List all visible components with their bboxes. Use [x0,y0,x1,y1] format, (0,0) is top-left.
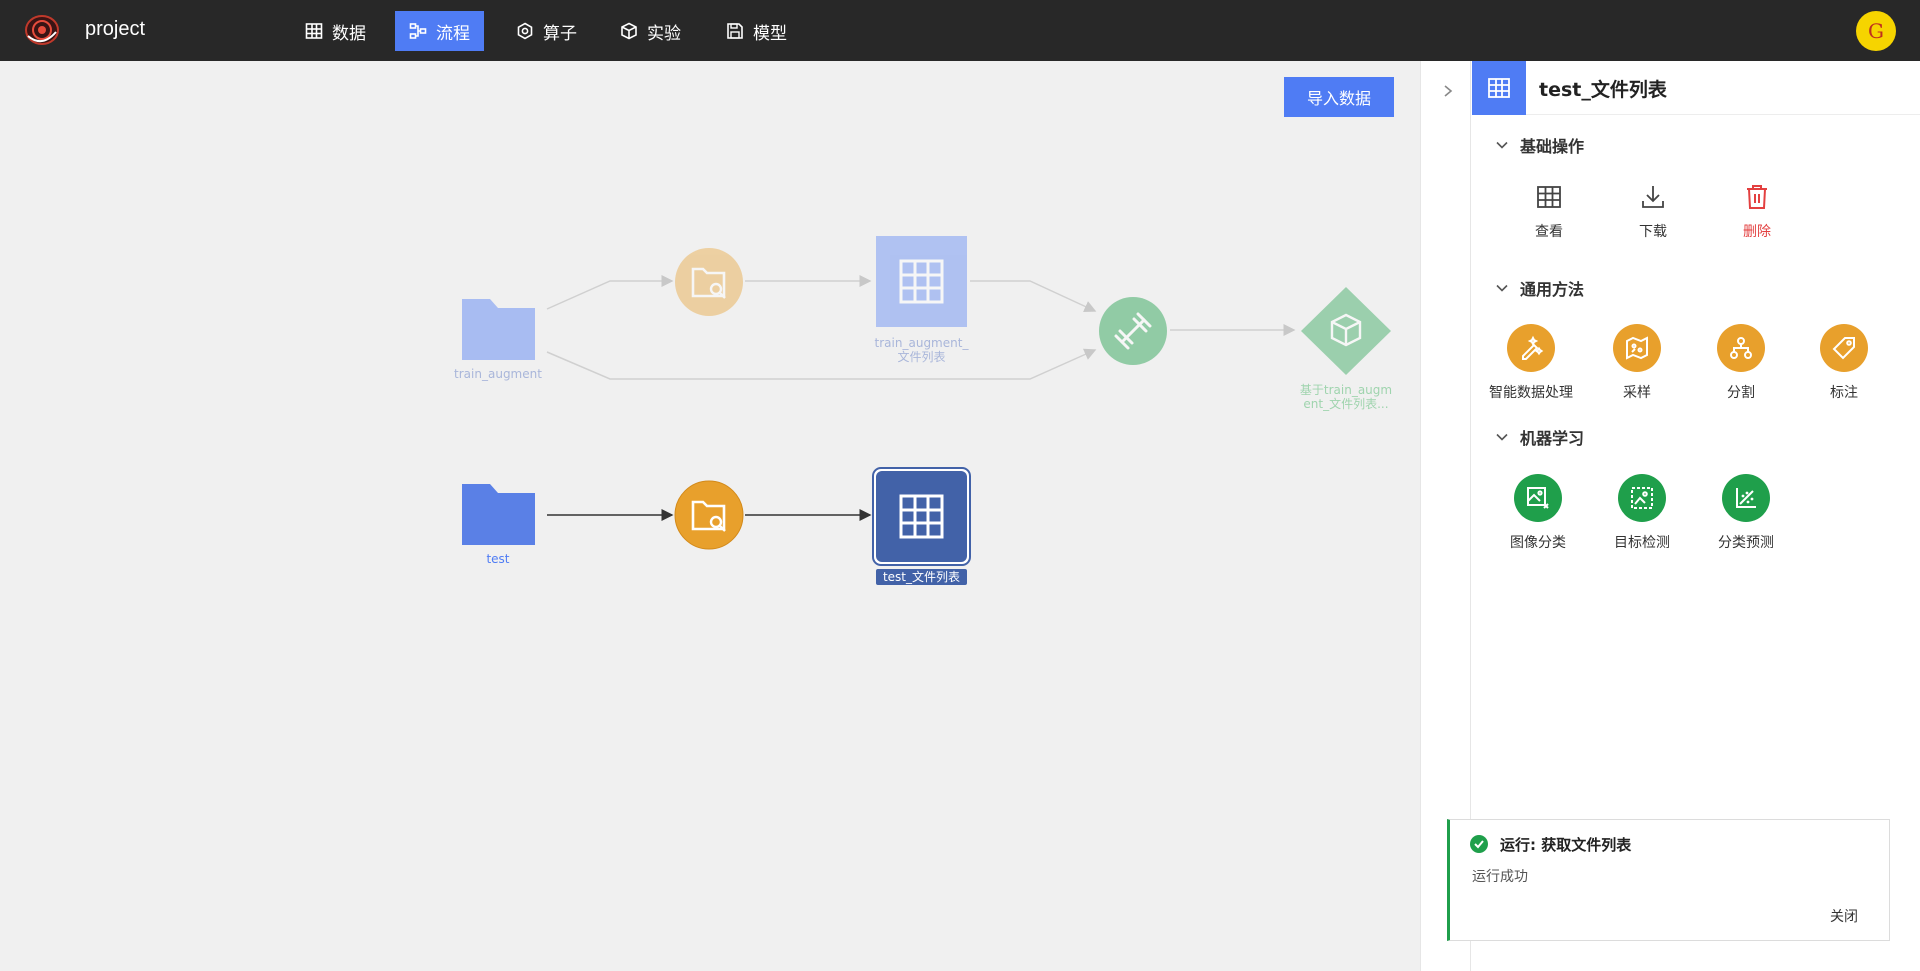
cube-icon [621,22,637,40]
op-label: 删除 [1743,224,1771,240]
annotate-button[interactable]: 标注 [1794,324,1894,402]
method-label: 标注 [1830,385,1858,401]
method-label: 采样 [1623,385,1651,401]
image-class-icon [1527,487,1549,509]
nav-item-label: 流程 [436,23,470,44]
nav-item-operators[interactable]: 算子 [502,11,591,51]
magic-pen-icon [1522,335,1544,360]
nav-item-label: 算子 [543,23,577,44]
download-button[interactable]: 下载 [1608,183,1698,241]
tag-icon [1832,337,1855,360]
nav-item-experiment[interactable]: 实验 [606,11,695,51]
train-table-node[interactable] [876,236,967,327]
split-icon [1730,337,1752,359]
method-label: 分割 [1727,385,1755,401]
test-folder-label: test [486,552,510,566]
table-icon [1472,61,1526,115]
smart-data-processing-button[interactable]: 智能数据处理 [1481,324,1581,402]
train-model-node[interactable] [1301,287,1391,375]
section-title-text: 通用方法 [1520,280,1585,299]
scatter-icon [1736,488,1756,508]
chevron-down-icon [1496,284,1508,292]
download-icon [1642,186,1664,208]
section-title-text: 基础操作 [1520,137,1585,156]
toast-close-button[interactable]: 关闭 [1830,906,1858,926]
trash-icon [1747,185,1767,209]
table-icon [305,23,323,39]
flow-icon [409,23,427,39]
method-label: 分类预测 [1718,535,1774,551]
train-table-label-line2: 文件列表 [897,350,946,364]
nav-item-label: 实验 [647,23,681,44]
top-nav-bar: project 数据 流程 算子 实验 模型 G [0,0,1920,61]
nav-item-flow[interactable]: 流程 [395,11,484,51]
object-detection-button[interactable]: 目标检测 [1592,474,1692,552]
toast-message: 运行成功 [1472,869,1528,885]
op-label: 下载 [1639,224,1667,240]
train-operator-node[interactable] [1099,297,1167,365]
panel-title: test_文件列表 [1539,79,1667,101]
test-file-list-operator-node[interactable] [674,480,744,550]
method-label: 图像分类 [1510,535,1566,551]
method-label: 目标检测 [1614,535,1670,551]
train-table-label-line1: train_augment_ [874,336,969,350]
section-machine-learning[interactable]: 机器学习 [1496,425,1584,449]
map-icon [1626,336,1648,360]
brand-name[interactable]: project [85,18,145,41]
chevron-down-icon [1496,433,1508,441]
chevron-right-icon[interactable] [1441,84,1455,98]
chevron-down-icon [1496,141,1508,149]
check-circle-icon [1470,835,1488,853]
train-model-label-line1: 基于train_augm [1299,383,1393,397]
train-folder-label: train_augment [454,367,542,381]
object-detect-icon [1631,487,1653,509]
section-title-text: 机器学习 [1520,429,1585,448]
test-table-node[interactable] [872,467,971,585]
hexagon-icon [517,22,533,40]
test-table-label: test_文件列表 [882,570,961,584]
project-logo-icon[interactable] [24,14,60,46]
method-label: 智能数据处理 [1489,385,1573,401]
nav-item-label: 数据 [332,23,366,44]
view-button[interactable]: 查看 [1504,183,1594,241]
op-label: 查看 [1535,224,1563,240]
train-model-label-line2: ent_文件列表... [1303,397,1389,411]
test-folder-node[interactable] [462,484,535,545]
section-general-methods[interactable]: 通用方法 [1496,276,1584,300]
nav-item-model[interactable]: 模型 [712,11,801,51]
nav-item-label: 模型 [753,23,787,44]
save-icon [727,23,743,39]
classification-prediction-button[interactable]: 分类预测 [1696,474,1796,552]
nav-item-data[interactable]: 数据 [291,11,380,51]
run-notification-toast: 运行: 获取文件列表 运行成功 关闭 [1447,819,1890,941]
split-button[interactable]: 分割 [1691,324,1791,402]
delete-button[interactable]: 删除 [1712,183,1802,241]
section-basic-ops[interactable]: 基础操作 [1496,133,1584,157]
flow-graph [462,236,1391,585]
train-file-list-operator-node[interactable] [675,248,743,316]
train-folder-node[interactable] [462,299,535,360]
user-avatar[interactable]: G [1856,11,1896,51]
sampling-button[interactable]: 采样 [1587,324,1687,402]
panel-header: test_文件列表 [1472,61,1920,115]
table-icon [1537,186,1561,208]
flow-canvas[interactable]: 导入数据 train_augment train_augment_ 文件列表 基… [0,61,1420,971]
toast-title: 运行: 获取文件列表 [1500,836,1632,854]
image-classification-button[interactable]: 图像分类 [1488,474,1588,552]
